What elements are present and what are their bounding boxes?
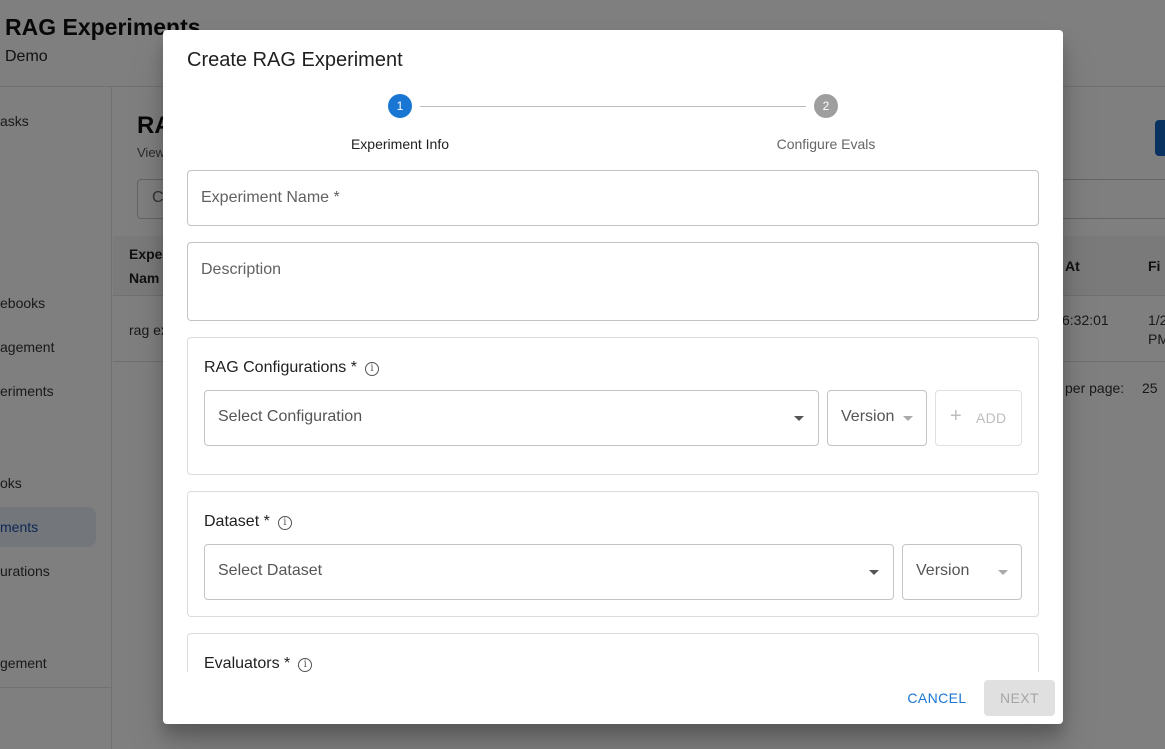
create-experiment-dialog: Create RAG Experiment 1 2 Experiment Inf… (163, 30, 1063, 724)
chevron-down-icon (794, 416, 804, 421)
info-icon[interactable]: i (277, 516, 292, 530)
chevron-down-icon (869, 570, 879, 575)
rag-configurations-section: RAG Configurations * i Select Configurati… (187, 337, 1039, 475)
step-1-label: Experiment Info (350, 136, 450, 152)
dataset-title-text: Dataset * (204, 513, 270, 530)
experiment-name-label: Experiment Name * (201, 189, 340, 206)
stepper-connector (420, 106, 806, 107)
evaluators-title-text: Evaluators * (204, 655, 291, 672)
step-1-icon: 1 (388, 94, 412, 118)
chevron-down-icon (998, 570, 1008, 575)
dataset-version-placeholder: Version (916, 562, 970, 579)
dataset-version-select[interactable]: Version (902, 544, 1022, 600)
dataset-select-placeholder: Select Dataset (218, 562, 323, 579)
configuration-version-placeholder: Version (841, 408, 895, 425)
dialog-content[interactable]: Experiment Name * Description RAG Config… (187, 170, 1039, 672)
experiment-name-field[interactable]: Experiment Name * (187, 170, 1039, 226)
dataset-select[interactable]: Select Dataset (204, 544, 894, 600)
configuration-version-select[interactable]: Version (827, 390, 927, 446)
info-icon[interactable]: i (364, 362, 379, 376)
info-icon[interactable]: i (298, 658, 313, 672)
evaluators-title: Evaluators * i (204, 655, 313, 672)
evaluators-section: Evaluators * i (187, 633, 1039, 672)
configuration-select-placeholder: Select Configuration (218, 408, 363, 425)
rag-configurations-title: RAG Configurations * i (204, 359, 379, 377)
description-label: Description (201, 261, 282, 278)
rag-configurations-title-text: RAG Configurations * (204, 359, 357, 376)
step-2-icon: 2 (814, 94, 838, 118)
plus-icon: + (950, 405, 962, 427)
step-2-label: Configure Evals (776, 136, 876, 152)
chevron-down-icon (903, 416, 913, 421)
dataset-title: Dataset * i (204, 513, 292, 531)
cancel-button[interactable]: CANCEL (898, 680, 976, 716)
configuration-select[interactable]: Select Configuration (204, 390, 819, 446)
next-button[interactable]: NEXT (984, 680, 1055, 716)
dataset-section: Dataset * i Select Dataset Version (187, 491, 1039, 617)
add-label: ADD (976, 410, 1007, 426)
add-configuration-button[interactable]: + ADD (935, 390, 1022, 446)
dialog-title: Create RAG Experiment (187, 49, 403, 71)
description-field[interactable]: Description (187, 242, 1039, 321)
